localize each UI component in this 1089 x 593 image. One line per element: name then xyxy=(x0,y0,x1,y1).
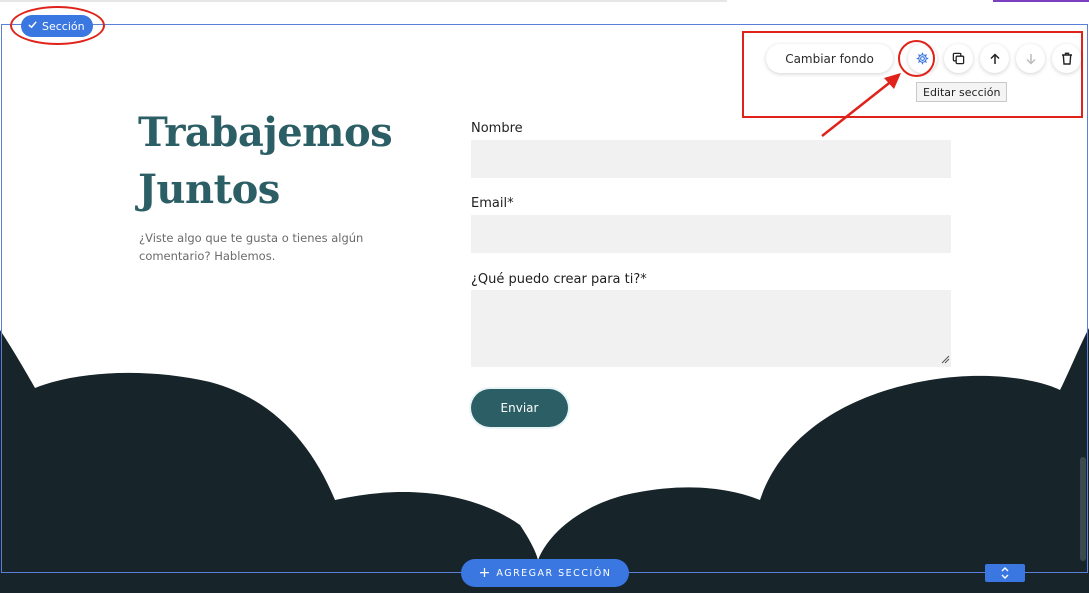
message-field[interactable] xyxy=(471,290,951,367)
message-label: ¿Qué puedo crear para ti?* xyxy=(471,272,647,287)
resize-grip-icon[interactable] xyxy=(941,355,950,364)
section-chip[interactable]: Sección xyxy=(21,15,93,37)
add-section-label: AGREGAR SECCIÓN xyxy=(496,567,612,579)
email-label: Email* xyxy=(471,196,514,211)
move-down-button[interactable] xyxy=(1016,44,1045,73)
name-field[interactable] xyxy=(471,140,951,178)
page-title: Trabajemos Juntos xyxy=(138,104,428,218)
move-section-handle[interactable] xyxy=(985,564,1025,582)
edit-section-tooltip: Editar sección xyxy=(916,82,1008,102)
email-field[interactable] xyxy=(471,215,951,253)
title-line-2: Juntos xyxy=(138,166,280,213)
section-chip-label: Sección xyxy=(42,19,85,33)
submit-button[interactable]: Enviar xyxy=(471,389,568,427)
name-label: Nombre xyxy=(471,121,523,136)
settings-annotation xyxy=(898,40,935,77)
title-line-1: Trabajemos xyxy=(138,109,393,156)
trash-icon xyxy=(1061,52,1072,65)
move-up-button[interactable] xyxy=(980,44,1009,73)
arrow-down-icon xyxy=(1025,53,1036,65)
add-section-button[interactable]: + AGREGAR SECCIÓN xyxy=(461,559,629,587)
copy-icon xyxy=(952,52,965,65)
check-icon xyxy=(27,19,38,33)
page-subtitle: ¿Viste algo que te gusta o tienes algún … xyxy=(139,231,364,263)
scrollbar[interactable] xyxy=(1080,457,1086,561)
arrow-up-icon xyxy=(989,52,1000,64)
duplicate-section-button[interactable] xyxy=(944,44,973,73)
chevron-up-down-icon xyxy=(1001,567,1009,579)
plus-icon: + xyxy=(478,565,491,581)
delete-section-button[interactable] xyxy=(1052,44,1081,73)
change-background-button[interactable]: Cambiar fondo xyxy=(766,44,893,73)
